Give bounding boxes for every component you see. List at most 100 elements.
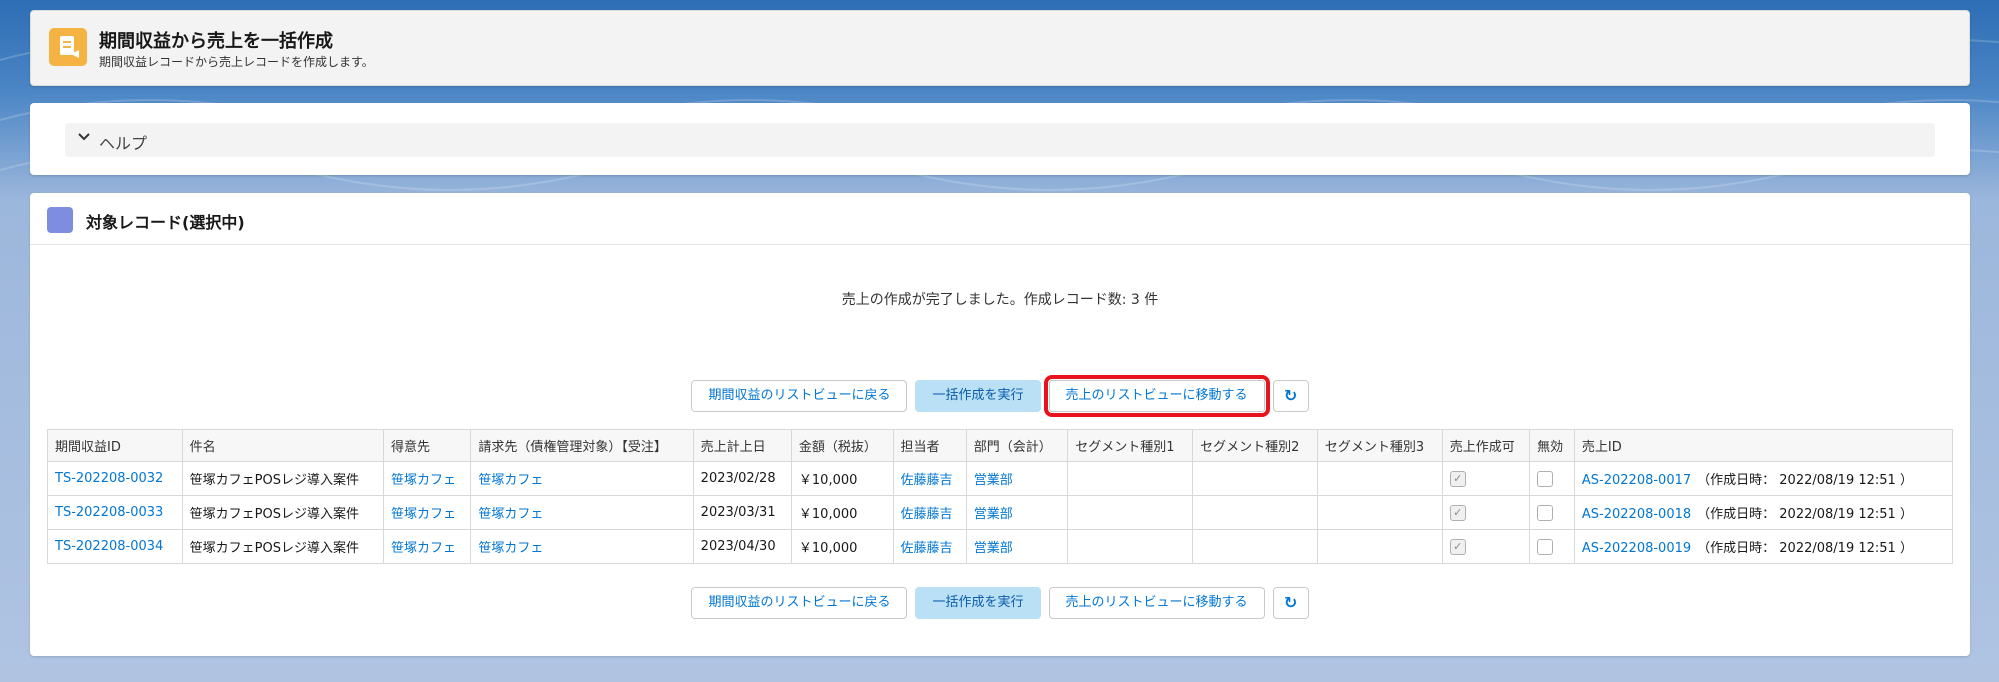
- section-header: 対象レコード(選択中): [30, 193, 1970, 245]
- cell-date: 2023/03/31: [692, 495, 792, 530]
- cell-inv: [1529, 495, 1575, 530]
- button-group-bottom: 期間収益のリストビューに戻る 一括作成を実行 売上のリストビューに移動する ↻: [30, 587, 1970, 619]
- sales-link[interactable]: AS-202208-0017: [1582, 473, 1691, 488]
- cell-owner: 佐藤藤吉: [892, 495, 967, 530]
- sales-link[interactable]: AS-202208-0019: [1582, 541, 1691, 556]
- checkbox: [1537, 538, 1554, 555]
- column-header: セグメント種別1: [1067, 429, 1194, 462]
- cell-dept: 営業部: [965, 495, 1069, 530]
- page-header: 期間収益から売上を一括作成 期間収益レコードから売上レコードを作成します。: [30, 10, 1970, 86]
- help-label: ヘルプ: [99, 134, 148, 153]
- record-link[interactable]: TS-202208-0033: [55, 505, 163, 520]
- record-link[interactable]: 営業部: [974, 541, 1013, 556]
- cell-s3: [1316, 461, 1443, 496]
- cell-bill: 笹塚カフェ: [470, 461, 694, 496]
- cell-date: 2023/04/30: [692, 529, 792, 564]
- record-link[interactable]: 笹塚カフェ: [478, 507, 543, 522]
- created-datetime: （作成日時： 2022/08/19 12:51 ）: [1697, 507, 1913, 522]
- column-header: セグメント種別2: [1192, 429, 1318, 462]
- cell-name: 笹塚カフェPOSレジ導入案件: [181, 495, 385, 530]
- cell-inv: [1529, 529, 1575, 564]
- cell-inv: [1529, 461, 1575, 496]
- record-link[interactable]: TS-202208-0034: [55, 539, 163, 554]
- checkbox: ✓: [1449, 538, 1466, 555]
- record-link[interactable]: 佐藤藤吉: [901, 541, 953, 556]
- record-list-icon: [47, 207, 73, 233]
- button-group-top: 期間収益のリストビューに戻る 一括作成を実行 売上のリストビューに移動する ↻: [30, 375, 1970, 417]
- cell-id: TS-202208-0033: [47, 495, 183, 530]
- cell-amount: ￥10,000: [790, 461, 894, 496]
- cell-s3: [1316, 495, 1443, 530]
- record-link[interactable]: TS-202208-0032: [55, 471, 163, 486]
- goto-sales-list-button[interactable]: 売上のリストビューに移動する: [1043, 375, 1270, 417]
- help-section: ヘルプ: [30, 103, 1970, 175]
- cell-can: ✓: [1441, 529, 1531, 564]
- checkbox: [1537, 504, 1554, 521]
- record-link[interactable]: 笹塚カフェ: [391, 507, 456, 522]
- table-header-row: 期間収益ID 件名 得意先 請求先（債権管理対象）【受注】 売上計上日 金額（税抜） 担当者…: [47, 429, 1954, 462]
- execute-button[interactable]: 一括作成を実行: [915, 380, 1041, 412]
- record-link[interactable]: 営業部: [974, 473, 1013, 488]
- back-to-list-button[interactable]: 期間収益のリストビューに戻る: [691, 587, 908, 619]
- cell-bill: 笹塚カフェ: [470, 529, 694, 564]
- cell-s2: [1192, 461, 1318, 496]
- column-header: 件名: [181, 429, 385, 462]
- refresh-icon[interactable]: ↻: [1272, 587, 1309, 619]
- cell-id: TS-202208-0032: [47, 461, 183, 496]
- cell-customer: 笹塚カフェ: [382, 495, 472, 530]
- checkbox: ✓: [1449, 504, 1466, 521]
- cell-can: ✓: [1441, 495, 1531, 530]
- column-header: 期間収益ID: [47, 429, 183, 462]
- goto-sales-list-button[interactable]: 売上のリストビューに移動する: [1048, 587, 1265, 619]
- record-link[interactable]: 佐藤藤吉: [901, 507, 953, 522]
- created-datetime: （作成日時： 2022/08/19 12:51 ）: [1697, 473, 1913, 488]
- column-header: セグメント種別3: [1316, 429, 1443, 462]
- cell-sales: AS-202208-0017 （作成日時： 2022/08/19 12:51 ）: [1573, 461, 1954, 496]
- cell-name: 笹塚カフェPOSレジ導入案件: [181, 529, 385, 564]
- cell-sales: AS-202208-0019 （作成日時： 2022/08/19 12:51 ）: [1573, 529, 1954, 564]
- records-table: 期間収益ID 件名 得意先 請求先（債権管理対象）【受注】 売上計上日 金額（税抜） 担当者…: [47, 429, 1954, 564]
- cell-amount: ￥10,000: [790, 529, 894, 564]
- cell-customer: 笹塚カフェ: [382, 461, 472, 496]
- cell-owner: 佐藤藤吉: [892, 529, 967, 564]
- cell-s1: [1067, 461, 1194, 496]
- checkbox: [1537, 470, 1554, 487]
- cell-date: 2023/02/28: [692, 461, 792, 496]
- cell-amount: ￥10,000: [790, 495, 894, 530]
- cell-customer: 笹塚カフェ: [382, 529, 472, 564]
- column-header: 売上作成可: [1441, 429, 1531, 462]
- column-header: 金額（税抜）: [790, 429, 894, 462]
- page-title: 期間収益から売上を一括作成: [99, 31, 333, 52]
- execute-button[interactable]: 一括作成を実行: [915, 587, 1041, 619]
- table-row: TS-202208-0033 笹塚カフェPOSレジ導入案件 笹塚カフェ 笹塚カフェ 20…: [47, 495, 1954, 530]
- back-to-list-button[interactable]: 期間収益のリストビューに戻る: [691, 380, 908, 412]
- table-row: TS-202208-0034 笹塚カフェPOSレジ導入案件 笹塚カフェ 笹塚カフェ 20…: [47, 529, 1954, 564]
- column-header: 売上計上日: [692, 429, 792, 462]
- cell-sales: AS-202208-0018 （作成日時： 2022/08/19 12:51 ）: [1573, 495, 1954, 530]
- record-link[interactable]: 笹塚カフェ: [478, 473, 543, 488]
- cell-dept: 営業部: [965, 529, 1069, 564]
- record-link[interactable]: 営業部: [974, 507, 1013, 522]
- refresh-icon[interactable]: ↻: [1272, 380, 1309, 412]
- document-edit-icon: [49, 28, 87, 66]
- record-link[interactable]: 笹塚カフェ: [478, 541, 543, 556]
- column-header: 請求先（債権管理対象）【受注】: [470, 429, 694, 462]
- records-section: 対象レコード(選択中) 売上の作成が完了しました。作成レコード数: 3 件 期間…: [30, 193, 1970, 656]
- record-link[interactable]: 佐藤藤吉: [901, 473, 953, 488]
- record-link[interactable]: 笹塚カフェ: [391, 473, 456, 488]
- cell-s1: [1067, 495, 1194, 530]
- cell-can: ✓: [1441, 461, 1531, 496]
- column-header: 売上ID: [1573, 429, 1954, 462]
- cell-s3: [1316, 529, 1443, 564]
- cell-dept: 営業部: [965, 461, 1069, 496]
- sales-link[interactable]: AS-202208-0018: [1582, 507, 1691, 522]
- table-row: TS-202208-0032 笹塚カフェPOSレジ導入案件 笹塚カフェ 笹塚カフェ 20…: [47, 461, 1954, 496]
- cell-s2: [1192, 529, 1318, 564]
- cell-name: 笹塚カフェPOSレジ導入案件: [181, 461, 385, 496]
- page-subtitle: 期間収益レコードから売上レコードを作成します。: [99, 55, 374, 69]
- record-link[interactable]: 笹塚カフェ: [391, 541, 456, 556]
- table-body: TS-202208-0032 笹塚カフェPOSレジ導入案件 笹塚カフェ 笹塚カフェ 20…: [47, 461, 1954, 564]
- column-header: 得意先: [382, 429, 472, 462]
- help-toggle[interactable]: ヘルプ: [65, 123, 1935, 157]
- column-header: 部門（会計）: [965, 429, 1069, 462]
